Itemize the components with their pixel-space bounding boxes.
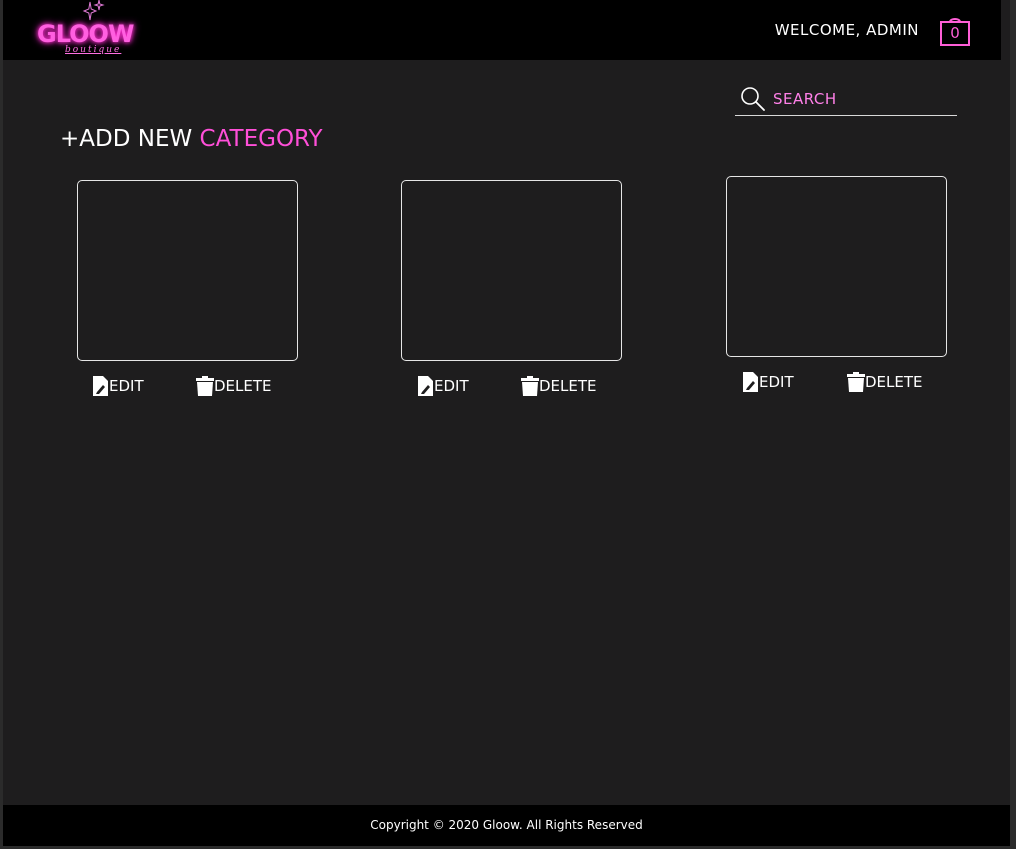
delete-button[interactable]: DELETE [521,376,597,396]
search-icon [741,87,765,111]
footer: Copyright © 2020 Gloow. All Rights Reser… [3,805,1010,846]
welcome-text: WELCOME, ADMIN [774,21,919,39]
add-category-prefix: +ADD NEW [60,126,193,152]
page: GLOOW boutique WELCOME, ADMIN 0 SEARCH +… [3,0,1010,846]
trash-icon [847,372,865,392]
brand-tagline: boutique [65,45,122,55]
edit-button[interactable]: EDIT [418,376,469,396]
edit-label: EDIT [434,377,469,395]
delete-button[interactable]: DELETE [196,376,272,396]
trash-icon [196,376,214,396]
add-category-accent: CATEGORY [199,126,323,152]
edit-label: EDIT [759,373,794,391]
brand-name: GLOOW [37,20,134,48]
edit-file-icon [743,372,758,392]
app-frame: GLOOW boutique WELCOME, ADMIN 0 SEARCH +… [0,0,1016,849]
edit-file-icon [418,376,433,396]
search-bar[interactable]: SEARCH [735,84,957,116]
copyright-text: Copyright © 2020 Gloow. All Rights Reser… [370,818,643,832]
edit-button[interactable]: EDIT [93,376,144,396]
search-input[interactable]: SEARCH [773,90,953,108]
delete-label: DELETE [214,377,272,395]
edit-button[interactable]: EDIT [743,372,794,392]
top-header: GLOOW boutique WELCOME, ADMIN 0 [3,0,1001,60]
trash-icon [521,376,539,396]
cart-count: 0 [950,24,960,42]
edit-label: EDIT [109,377,144,395]
delete-label: DELETE [865,373,923,391]
delete-label: DELETE [539,377,597,395]
edit-file-icon [93,376,108,396]
add-category-button[interactable]: +ADD NEW CATEGORY [60,126,323,152]
delete-button[interactable]: DELETE [847,372,923,392]
category-card-2[interactable] [401,180,622,361]
brand-logo[interactable]: GLOOW boutique [37,0,137,60]
cart-button[interactable]: 0 [939,14,971,46]
category-card-3[interactable] [726,176,947,357]
category-card-1[interactable] [77,180,298,361]
